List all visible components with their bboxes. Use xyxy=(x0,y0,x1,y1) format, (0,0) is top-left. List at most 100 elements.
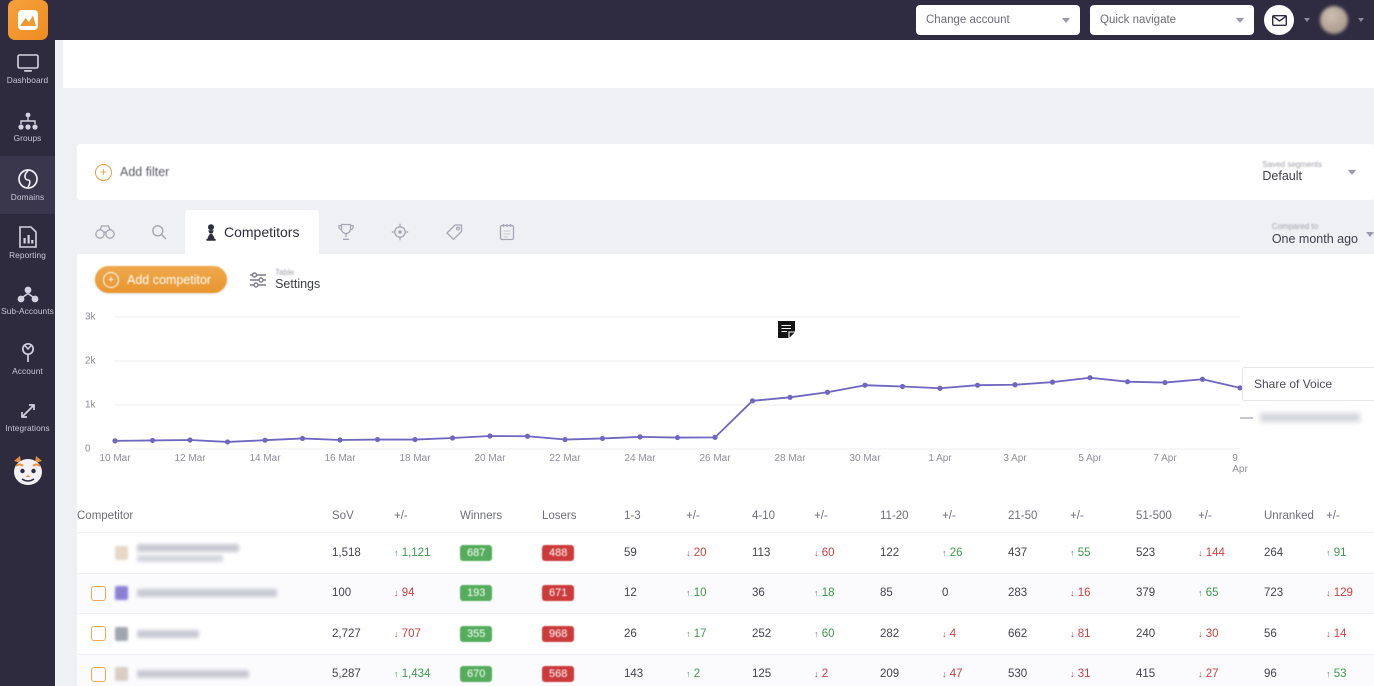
sidebar-item-dashboard[interactable]: Dashboard xyxy=(0,40,55,98)
tab-targets[interactable] xyxy=(373,210,427,254)
cell-rank-4-10: 36 xyxy=(752,587,765,600)
table-column-header[interactable]: Competitor xyxy=(77,504,332,533)
table-row[interactable]: 100 ↓ 94 193 671 12 ↑ 10 36 ↑ 18 85 0 283 ↓ 16 379 ↑ … xyxy=(77,573,1374,614)
cell-rank-1-3: 143 xyxy=(624,668,644,681)
table-row[interactable]: 5,287 ↑ 1,434 670 568 143 ↑ 2 125 ↓ 2 209 ↓ 47 530… xyxy=(77,654,1374,686)
tab-keywords[interactable] xyxy=(133,210,185,254)
table-column-header[interactable]: Unranked xyxy=(1264,504,1326,533)
competitor-name[interactable] xyxy=(137,589,277,598)
tab-competitors[interactable]: Competitors xyxy=(185,210,320,254)
cell-rank-51-500-delta: ↓ 27 xyxy=(1198,668,1219,681)
saved-segments-group: Saved segments Default xyxy=(1262,160,1356,184)
mail-chevron-down-icon[interactable] xyxy=(1304,18,1310,22)
quick-navigate-select[interactable]: Quick navigate xyxy=(1090,5,1254,35)
tab-tags[interactable] xyxy=(427,210,481,254)
sidebar-item-sub-accounts[interactable]: Sub-Accounts xyxy=(0,272,55,330)
cell-rank-21-50: 283 xyxy=(1008,587,1028,600)
table-column-header[interactable]: +/- xyxy=(1326,504,1374,533)
mail-button[interactable] xyxy=(1264,5,1294,35)
cell-rank-4-10: 125 xyxy=(752,668,772,681)
table-column-header[interactable]: Winners xyxy=(460,504,542,533)
compared-to-group: Compared to One month ago xyxy=(1272,222,1374,254)
cell-rank-51-500-delta: ↓ 144 xyxy=(1198,546,1225,559)
cell-rank-11-20-delta: ↓ 4 xyxy=(942,627,957,640)
sidebar-item-account[interactable]: Account xyxy=(0,330,55,388)
app-logo-icon[interactable] xyxy=(8,0,48,40)
cell-rank-21-50: 530 xyxy=(1008,668,1028,681)
sidebar-item-label: Domains xyxy=(10,192,45,202)
breadcrumb-domain[interactable] xyxy=(288,53,332,75)
chart-x-tick: 22 Mar xyxy=(549,453,581,464)
breadcrumb-project[interactable] xyxy=(95,53,168,75)
compared-to-select[interactable]: Compared to One month ago xyxy=(1272,222,1358,246)
add-competitor-button[interactable]: + Add competitor xyxy=(95,266,228,293)
competitor-name[interactable] xyxy=(137,629,199,638)
chart-x-tick: 16 Mar xyxy=(324,453,356,464)
table-column-header[interactable]: 21-50 xyxy=(1008,504,1070,533)
sidebar-item-integrations[interactable]: Integrations xyxy=(0,388,55,446)
winners-badge: 670 xyxy=(460,666,493,683)
compared-to-value: One month ago xyxy=(1271,231,1358,246)
row-checkbox[interactable] xyxy=(91,666,106,682)
sidebar-item-domains[interactable]: Domains xyxy=(0,156,55,214)
table-column-header[interactable]: +/- xyxy=(394,504,460,533)
tiger-mascot-icon[interactable] xyxy=(8,450,48,492)
change-account-select[interactable]: Change account xyxy=(916,5,1080,35)
sidebar-item-groups[interactable]: Groups xyxy=(0,98,55,156)
table-row[interactable]: 2,727 ↓ 707 355 968 26 ↑ 17 252 ↑ 60 282 ↓ 4 662 ↓ … xyxy=(77,613,1374,655)
chevron-down-icon[interactable] xyxy=(1348,169,1356,175)
cell-rank-4-10-delta: ↑ 18 xyxy=(814,587,835,600)
cell-rank-11-20: 209 xyxy=(880,668,900,681)
table-column-header[interactable]: 11-20 xyxy=(880,504,942,533)
table-column-header[interactable]: Losers xyxy=(542,504,624,533)
add-filter-button[interactable]: Add filter xyxy=(120,165,169,179)
top-bar: Change account Quick navigate xyxy=(0,0,1374,40)
table-column-header[interactable]: +/- xyxy=(1198,504,1264,533)
top-bar-right: Change account Quick navigate xyxy=(916,5,1374,35)
competitor-name[interactable] xyxy=(137,543,239,562)
chevron-down-icon[interactable] xyxy=(1366,231,1374,237)
plus-icon: + xyxy=(103,271,119,288)
chart-x-tick: 24 Mar xyxy=(624,453,656,464)
tab-winners[interactable] xyxy=(319,210,373,254)
note-annotation-icon[interactable] xyxy=(777,320,796,344)
table-column-header[interactable]: +/- xyxy=(1070,504,1136,533)
cell-rank-11-20: 85 xyxy=(880,587,893,600)
cell-sov-delta: ↑ 1,434 xyxy=(394,668,431,681)
saved-segments-select[interactable]: Saved segments Default xyxy=(1262,160,1322,184)
plus-icon[interactable]: + xyxy=(95,163,112,181)
filter-bar: + Add filter Saved segments Default xyxy=(77,144,1374,200)
tab-competitors-label: Competitors xyxy=(224,224,300,240)
tab-notes[interactable] xyxy=(481,210,533,254)
cell-losers: 968 xyxy=(542,614,624,655)
cell-losers: 671 xyxy=(542,573,624,614)
avatar-chevron-down-icon[interactable] xyxy=(1358,18,1364,22)
metric-select[interactable]: Share of Voice xyxy=(1242,367,1374,401)
tab-overview[interactable] xyxy=(77,210,133,254)
quick-navigate-label: Quick navigate xyxy=(1100,14,1177,26)
competitor-name-cell xyxy=(77,573,332,614)
cell-rank-21-50-delta: ↓ 16 xyxy=(1070,587,1091,600)
wrench-icon xyxy=(21,342,34,362)
table-column-header[interactable]: +/- xyxy=(814,504,880,533)
table-row[interactable]: 1,518 ↑ 1,121 687 488 59 ↓ 20 113 ↓ 60 122 ↑ 26 43… xyxy=(77,532,1374,574)
table-settings-button[interactable]: Table Settings xyxy=(249,268,320,292)
cell-sov-delta: ↓ 94 xyxy=(394,587,415,600)
main-content: + Add filter Saved segments Default Comp… xyxy=(55,40,1374,686)
chevron-down-icon xyxy=(1062,17,1070,23)
cell-sov-delta: ↓ 707 xyxy=(394,627,421,640)
avatar[interactable] xyxy=(1320,6,1348,34)
sidebar-item-reporting[interactable]: Reporting xyxy=(0,214,55,272)
table-column-header[interactable]: 1-3 xyxy=(624,504,686,533)
row-checkbox[interactable] xyxy=(91,626,106,642)
chess-pawn-icon xyxy=(206,223,216,241)
cell-sov: 2,727 xyxy=(332,627,361,640)
table-column-header[interactable]: SoV xyxy=(332,504,394,533)
table-column-header[interactable]: +/- xyxy=(686,504,752,533)
table-column-header[interactable]: 4-10 xyxy=(752,504,814,533)
competitor-name[interactable] xyxy=(137,670,249,679)
chart-x-tick: 26 Mar xyxy=(699,453,731,464)
table-column-header[interactable]: 51-500 xyxy=(1136,504,1198,533)
row-checkbox[interactable] xyxy=(91,585,106,601)
table-column-header[interactable]: +/- xyxy=(942,504,1008,533)
